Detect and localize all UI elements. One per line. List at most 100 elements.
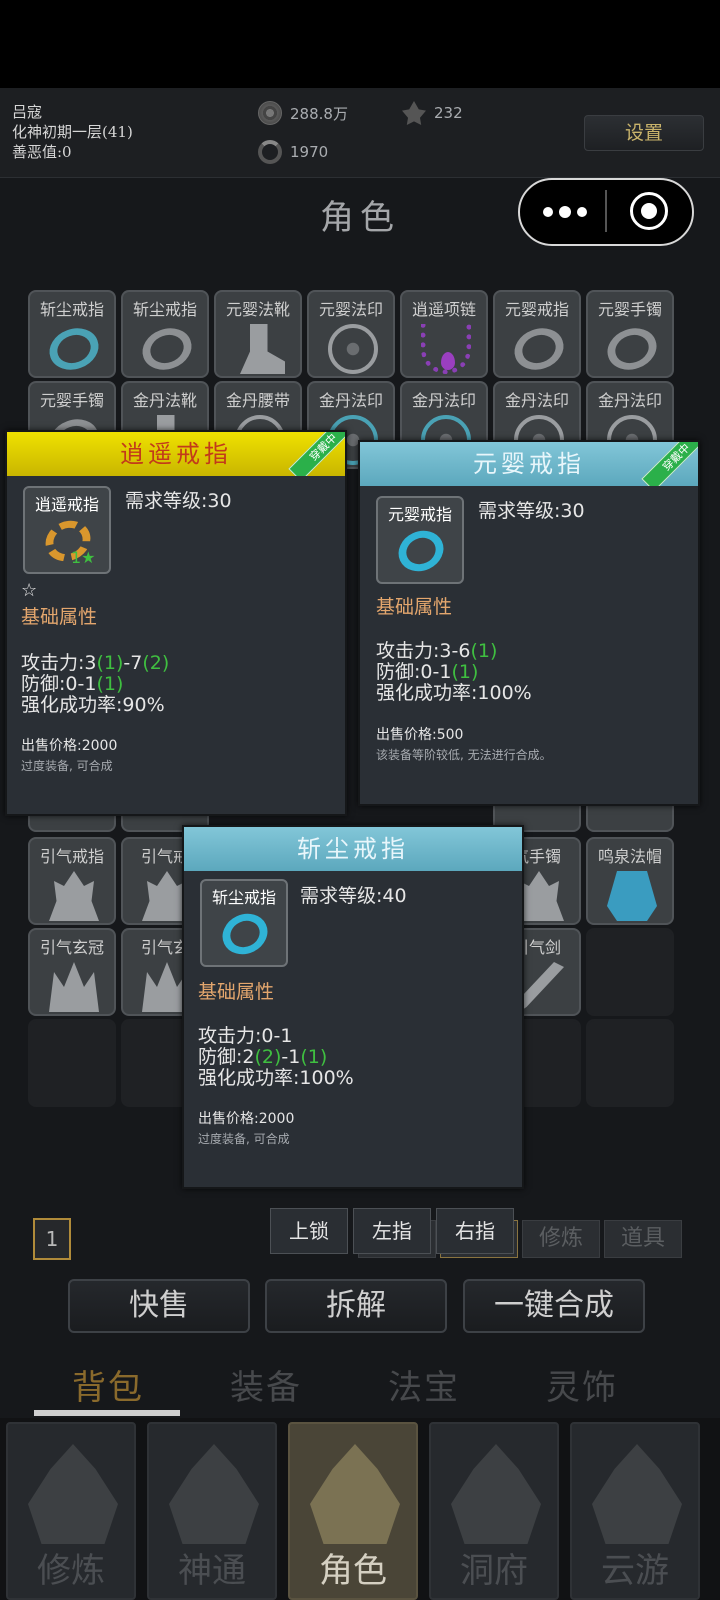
- item-tooltip-xiaoyao-ring: 逍遥戒指 穿戴中 逍遥戒指 1★ 需求等级:30 ☆ 基础属性 攻击力:3(1)…: [5, 430, 347, 816]
- item-icon: 斩尘戒指: [200, 879, 288, 967]
- player-realm: 化神初期一层(41): [12, 123, 133, 141]
- filter-refine[interactable]: 修炼: [522, 1220, 600, 1258]
- item-icon: 元婴戒指: [376, 496, 464, 584]
- slot-label: 引气戒指: [39, 847, 104, 866]
- nav-label: 云游: [601, 1551, 669, 1591]
- boot-icon: [240, 324, 285, 374]
- equip-right-button[interactable]: 右指: [436, 1208, 514, 1254]
- required-level: 需求等级:30: [125, 490, 232, 512]
- inventory-slot[interactable]: 元婴法印: [307, 290, 395, 378]
- slot-label: 逍遥项链: [411, 300, 476, 319]
- tab-treasure[interactable]: 法宝: [388, 1360, 460, 1409]
- tooltip-title-text: 逍遥戒指: [120, 440, 232, 468]
- star-icon: ☆: [21, 580, 38, 601]
- player-karma: 善恶值:0: [12, 143, 72, 161]
- nav-label: 修炼: [37, 1551, 105, 1591]
- slot-label: 斩尘戒指: [132, 300, 197, 319]
- nav-cultivate[interactable]: 修炼: [6, 1422, 136, 1600]
- slot-label: 金丹法印: [597, 391, 662, 410]
- inventory-slot[interactable]: 鸣泉法帽: [586, 837, 674, 925]
- seal-icon: [328, 324, 378, 374]
- page-number[interactable]: 1: [33, 1218, 71, 1260]
- empty-slot[interactable]: [586, 928, 674, 1016]
- currency-display: 288.8万: [258, 101, 348, 125]
- bracelet-icon: [601, 321, 663, 376]
- cyan-ring-icon: [215, 906, 275, 962]
- equip-left-button[interactable]: 左指: [353, 1208, 431, 1254]
- tab-backpack[interactable]: 背包: [72, 1360, 144, 1409]
- ring-icon: [508, 321, 570, 376]
- tab-ornament[interactable]: 灵饰: [546, 1360, 618, 1409]
- inventory-slot[interactable]: 元婴手镯: [586, 290, 674, 378]
- item-tooltip-zhanchen-ring: 斩尘戒指 斩尘戒指 需求等级:40 基础属性 攻击力:0-1 防御:2(2)-1…: [182, 825, 524, 1189]
- item-icon-label: 斩尘戒指: [211, 888, 276, 907]
- item-description: 该装备等阶较低, 无法进行合成。: [376, 748, 552, 762]
- currency-value: 288.8万: [290, 104, 348, 123]
- slot-label: 金丹法靴: [132, 391, 197, 410]
- required-level: 需求等级:30: [478, 500, 585, 522]
- close-target-icon[interactable]: [630, 192, 668, 230]
- cloud-icon: [592, 1444, 682, 1544]
- enhance-rate: 强化成功率:90%: [21, 694, 165, 716]
- tooltip-title-text: 元婴戒指: [473, 450, 585, 478]
- sell-price: 出售价格:2000: [198, 1111, 295, 1127]
- settings-button[interactable]: 设置: [584, 115, 704, 151]
- ring-icon: [136, 321, 198, 376]
- item-description: 过度装备, 可合成: [198, 1132, 290, 1146]
- tooltip-title: 元婴戒指 穿戴中: [360, 442, 698, 486]
- spirit-icon: [258, 140, 282, 164]
- pagoda-icon: [451, 1444, 541, 1544]
- slot-label: 鸣泉法帽: [597, 847, 662, 866]
- flame-ring-icon: [49, 871, 99, 921]
- slot-label: 元婴法靴: [225, 300, 290, 319]
- spirit-display: 1970: [258, 140, 328, 164]
- more-options-icon[interactable]: [540, 195, 590, 229]
- slot-label: 引气玄冠: [39, 938, 104, 957]
- inventory-slot[interactable]: 元婴法靴: [214, 290, 302, 378]
- item-icon-label: 元婴戒指: [387, 505, 452, 524]
- crystal-display: 232: [402, 101, 463, 125]
- nav-label: 角色: [319, 1551, 387, 1591]
- filter-items[interactable]: 道具: [604, 1220, 682, 1258]
- dismantle-button[interactable]: 拆解: [265, 1279, 447, 1333]
- nav-powers[interactable]: 神通: [147, 1422, 277, 1600]
- nav-character[interactable]: 角色: [288, 1422, 418, 1600]
- item-level: 1★: [71, 548, 96, 567]
- nav-travel[interactable]: 云游: [570, 1422, 700, 1600]
- base-attributes-heading: 基础属性: [376, 596, 453, 618]
- equipped-badge: 穿戴中: [288, 432, 345, 476]
- hat-icon: [607, 871, 657, 921]
- item-icon-label: 逍遥戒指: [34, 495, 99, 514]
- character-icon: [310, 1444, 400, 1544]
- slot-label: 金丹法印: [504, 391, 569, 410]
- spirit-value: 1970: [290, 143, 329, 161]
- nav-cave[interactable]: 洞府: [429, 1422, 559, 1600]
- combine-all-button[interactable]: 一键合成: [463, 1279, 645, 1333]
- inventory-slot[interactable]: 引气玄冠: [28, 928, 116, 1016]
- nav-label: 洞府: [460, 1551, 528, 1591]
- slot-label: 元婴法印: [318, 300, 383, 319]
- inventory-slot[interactable]: 斩尘戒指: [28, 290, 116, 378]
- sell-price: 出售价格:2000: [21, 738, 118, 754]
- meditate-icon: [28, 1444, 118, 1544]
- quick-sell-button[interactable]: 快售: [68, 1279, 250, 1333]
- slot-label: 元婴戒指: [504, 300, 569, 319]
- empty-slot[interactable]: [28, 1019, 116, 1107]
- base-attributes-heading: 基础属性: [198, 981, 275, 1003]
- item-icon: 逍遥戒指 1★: [23, 486, 111, 574]
- crystal-icon: [402, 101, 426, 125]
- inventory-slot[interactable]: 逍遥项链: [400, 290, 488, 378]
- base-attributes-heading: 基础属性: [21, 606, 98, 628]
- tab-equipment[interactable]: 装备: [230, 1360, 302, 1409]
- cyan-ring-icon: [391, 523, 451, 579]
- nav-label: 神通: [178, 1551, 246, 1591]
- lock-button[interactable]: 上锁: [270, 1208, 348, 1254]
- required-level: 需求等级:40: [300, 885, 407, 907]
- inventory-slot[interactable]: 斩尘戒指: [121, 290, 209, 378]
- empty-slot[interactable]: [586, 1019, 674, 1107]
- inventory-slot[interactable]: 元婴戒指: [493, 290, 581, 378]
- player-name: 吕寇: [12, 103, 43, 121]
- inventory-slot[interactable]: 引气戒指: [28, 837, 116, 925]
- tooltip-title: 逍遥戒指 穿戴中: [7, 432, 345, 476]
- tooltip-title: 斩尘戒指: [184, 827, 522, 871]
